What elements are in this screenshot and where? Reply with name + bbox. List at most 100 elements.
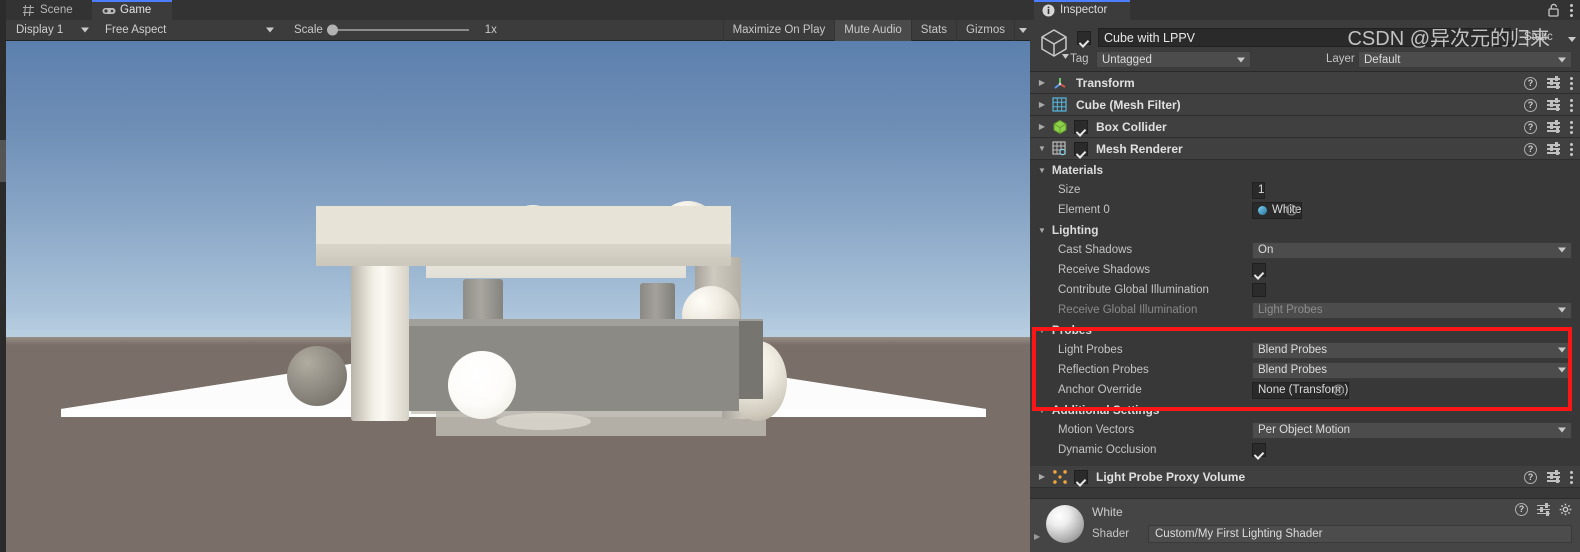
preset-sliders-icon[interactable] — [1547, 76, 1560, 89]
materials-element-0-object-field[interactable]: White — [1252, 201, 1303, 219]
property-dynamic-occlusion: Dynamic Occlusion — [1030, 440, 1580, 460]
chevron-right-icon[interactable]: ▶ — [1034, 78, 1050, 87]
chevron-down-icon[interactable]: ▼ — [1038, 226, 1046, 235]
inspector-tabstrip: Inspector — [1030, 0, 1580, 20]
static-label: Static — [1524, 31, 1553, 43]
section-lighting[interactable]: ▼ Lighting — [1030, 220, 1580, 240]
gear-icon[interactable] — [1559, 503, 1572, 516]
light-probes-dropdown[interactable]: Blend Probes — [1252, 341, 1572, 359]
mute-audio-button[interactable]: Mute Audio — [834, 19, 911, 41]
component-header-box-collider[interactable]: ▶ Box Collider ? — [1030, 116, 1580, 138]
component-header-light-probe-proxy-volume[interactable]: ▶ Light Probe Proxy Volume ? — [1030, 466, 1580, 488]
preset-sliders-icon[interactable] — [1537, 502, 1550, 516]
help-icon[interactable]: ? — [1524, 120, 1537, 134]
property-cast-shadows: Cast Shadows On — [1030, 240, 1580, 260]
help-icon[interactable]: ? — [1524, 142, 1537, 156]
help-icon[interactable]: ? — [1524, 76, 1537, 90]
game-viewport[interactable] — [6, 41, 1030, 552]
tab-game[interactable]: Game — [92, 0, 172, 20]
section-additional-settings[interactable]: ▼ Additional Settings — [1030, 400, 1580, 420]
cast-shadows-dropdown[interactable]: On — [1252, 241, 1572, 259]
chevron-right-icon[interactable]: ▶ — [1034, 100, 1050, 109]
scale-slider-handle[interactable] — [326, 24, 338, 36]
component-enabled-checkbox[interactable] — [1074, 119, 1088, 134]
tab-inspector[interactable]: Inspector — [1034, 0, 1130, 20]
kebab-menu-icon[interactable] — [1570, 76, 1574, 90]
object-picker-icon[interactable] — [1333, 384, 1345, 396]
motion-vectors-label: Motion Vectors — [1058, 424, 1135, 436]
chevron-right-icon[interactable]: ▶ — [1034, 532, 1040, 541]
component-enabled-checkbox[interactable] — [1074, 469, 1088, 484]
component-header-mesh-filter[interactable]: ▶ Cube (Mesh Filter) ? — [1030, 94, 1580, 116]
materials-size-input[interactable]: 1 — [1252, 181, 1266, 199]
section-probes[interactable]: ▼ Probes — [1030, 320, 1580, 340]
chevron-down-icon — [1558, 367, 1566, 373]
property-contribute-gi: Contribute Global Illumination — [1030, 280, 1580, 300]
static-dropdown-arrow[interactable] — [1568, 37, 1576, 42]
chevron-down-icon[interactable]: ▼ — [1038, 406, 1046, 415]
chevron-down-icon[interactable]: ▼ — [1038, 326, 1046, 335]
inspector-tab-actions — [1548, 0, 1574, 20]
chevron-down-icon[interactable]: ▼ — [1038, 166, 1046, 175]
sphere-lit-front — [448, 351, 516, 419]
game-object-name-field[interactable]: Cube with LPPV — [1098, 28, 1511, 47]
game-object-enabled-checkbox[interactable] — [1077, 31, 1091, 45]
kebab-menu-icon[interactable] — [1570, 120, 1574, 134]
shader-dropdown[interactable]: Custom/My First Lighting Shader — [1148, 525, 1572, 543]
tab-scene[interactable]: Scene — [12, 0, 92, 20]
materials-size-label: Size — [1058, 184, 1081, 196]
chevron-right-icon[interactable]: ▶ — [1034, 472, 1050, 481]
preset-sliders-icon[interactable] — [1547, 470, 1560, 483]
static-checkbox[interactable] — [1504, 30, 1518, 44]
slab-top-face — [316, 206, 731, 244]
stats-button[interactable]: Stats — [910, 19, 956, 41]
reflection-probes-dropdown[interactable]: Blend Probes — [1252, 361, 1572, 379]
material-asset-icon — [1258, 205, 1267, 215]
kebab-menu-icon[interactable] — [1570, 142, 1574, 156]
property-receive-shadows: Receive Shadows — [1030, 260, 1580, 280]
component-enabled-checkbox[interactable] — [1074, 141, 1088, 156]
receive-shadows-checkbox[interactable] — [1252, 263, 1266, 277]
aspect-ratio-dropdown[interactable]: Free Aspect — [98, 21, 280, 39]
help-icon[interactable]: ? — [1515, 503, 1528, 516]
property-motion-vectors: Motion Vectors Per Object Motion — [1030, 420, 1580, 440]
gizmos-button[interactable]: Gizmos — [956, 19, 1014, 41]
scale-slider-group[interactable]: Scale 1x — [294, 24, 497, 36]
section-probes-label: Probes — [1051, 323, 1092, 337]
kebab-menu-icon[interactable] — [1570, 3, 1574, 17]
kebab-menu-icon[interactable] — [1570, 98, 1574, 112]
dynamic-occlusion-checkbox[interactable] — [1252, 443, 1266, 457]
layer-dropdown[interactable]: Default — [1358, 51, 1572, 68]
tag-value: Untagged — [1102, 53, 1152, 66]
component-header-transform[interactable]: ▶ Transform ? — [1030, 72, 1580, 94]
help-icon[interactable]: ? — [1524, 470, 1537, 484]
chevron-down-icon[interactable]: ▼ — [1034, 144, 1050, 153]
preset-sliders-icon[interactable] — [1547, 120, 1560, 133]
anchor-override-object-field[interactable]: None (Transform) — [1252, 381, 1350, 399]
cylinder-left — [351, 241, 409, 421]
maximize-on-play-button[interactable]: Maximize On Play — [722, 19, 835, 41]
tag-dropdown[interactable]: Untagged — [1096, 51, 1251, 68]
section-materials[interactable]: ▼ Materials — [1030, 160, 1580, 180]
gizmos-dropdown-arrow[interactable] — [1014, 19, 1030, 41]
material-name: White — [1092, 505, 1123, 519]
preset-sliders-icon[interactable] — [1547, 98, 1560, 111]
component-header-mesh-renderer[interactable]: ▼ Mesh Renderer ? — [1030, 138, 1580, 160]
property-materials-element-0: Element 0 White — [1030, 200, 1580, 220]
motion-vectors-dropdown[interactable]: Per Object Motion — [1252, 421, 1572, 439]
object-picker-icon[interactable] — [1286, 204, 1298, 216]
property-reflection-probes: Reflection Probes Blend Probes — [1030, 360, 1580, 380]
help-icon[interactable]: ? — [1524, 98, 1537, 112]
grid-icon — [22, 4, 35, 17]
component-row-actions: ? — [1524, 72, 1574, 94]
unlocked-padlock-icon[interactable] — [1548, 3, 1560, 17]
sphere-dark-left — [287, 346, 347, 406]
scale-slider[interactable] — [326, 24, 469, 36]
preset-sliders-icon[interactable] — [1547, 142, 1560, 155]
anchor-override-label: Anchor Override — [1058, 384, 1142, 396]
chevron-right-icon[interactable]: ▶ — [1034, 122, 1050, 131]
display-dropdown[interactable]: Display 1 — [9, 21, 95, 39]
kebab-menu-icon[interactable] — [1570, 470, 1574, 484]
chevron-down-icon — [1237, 57, 1245, 62]
contribute-gi-checkbox[interactable] — [1252, 283, 1266, 297]
